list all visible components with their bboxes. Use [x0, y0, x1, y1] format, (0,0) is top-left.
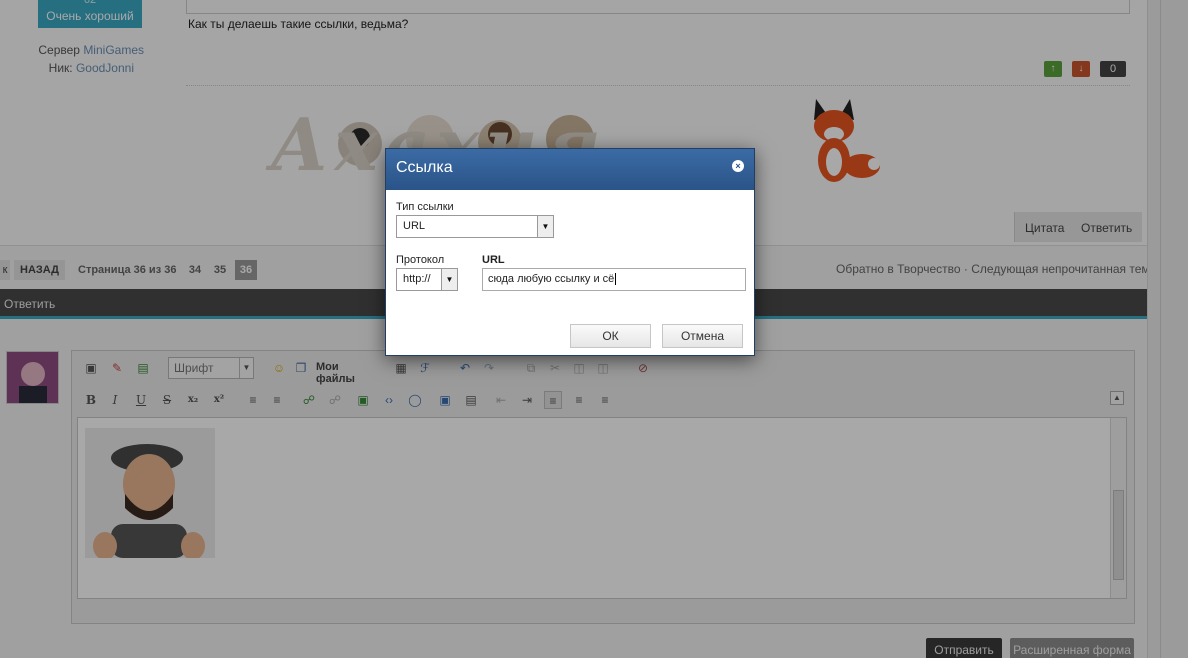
chevron-down-icon: ▼: [441, 269, 457, 290]
close-icon[interactable]: ×: [732, 160, 744, 172]
ok-button[interactable]: ОК: [570, 324, 651, 348]
url-input-value: сюда любую ссылку и сё: [488, 273, 615, 285]
link-type-label: Тип ссылки: [396, 201, 454, 213]
link-type-select[interactable]: URL ▼: [396, 215, 554, 238]
cancel-button[interactable]: Отмена: [662, 324, 743, 348]
link-type-value: URL: [403, 220, 426, 232]
text-caret: [615, 273, 617, 286]
dialog-header: Ссылка ×: [386, 149, 754, 190]
protocol-label: Протокол: [396, 254, 445, 266]
protocol-value: http://: [403, 273, 431, 285]
link-dialog: Ссылка × Тип ссылки URL ▼ Протокол http:…: [385, 148, 755, 356]
url-label: URL: [482, 254, 505, 266]
protocol-select[interactable]: http:// ▼: [396, 268, 458, 291]
dialog-title: Ссылка: [396, 159, 453, 176]
url-input[interactable]: сюда любую ссылку и сё: [482, 268, 746, 291]
chevron-down-icon: ▼: [537, 216, 553, 237]
